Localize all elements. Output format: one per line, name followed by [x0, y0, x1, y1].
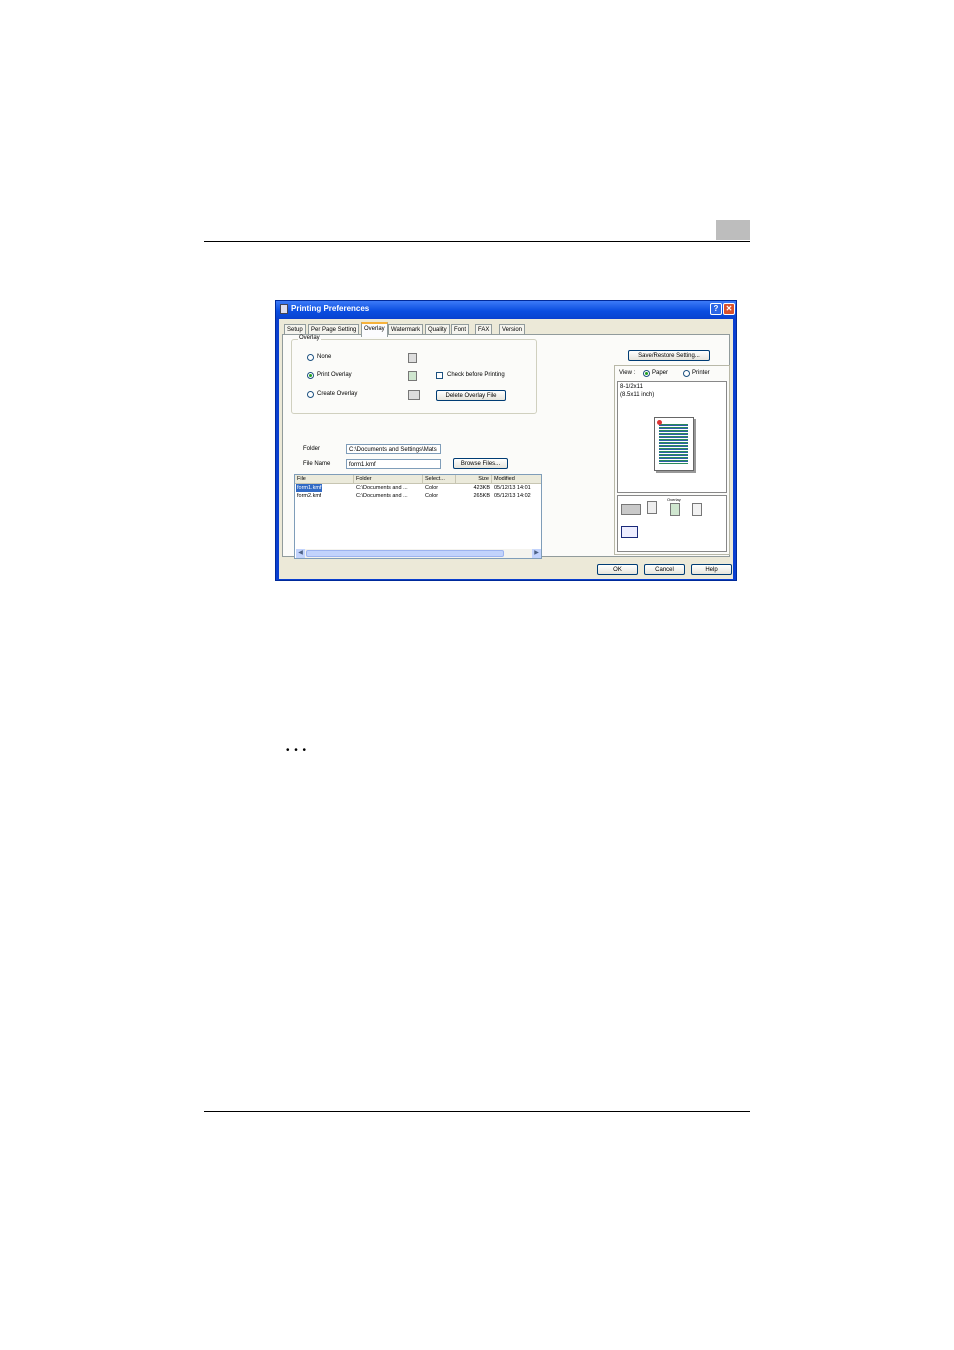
help-button[interactable]: Help: [691, 564, 732, 575]
header-rule: [204, 241, 750, 242]
dialog-title: Printing Preferences: [291, 304, 370, 313]
radio-none[interactable]: [307, 354, 314, 361]
radio-view-printer[interactable]: [683, 370, 690, 377]
copies-icon: [647, 501, 657, 514]
layout-icon: [621, 526, 638, 538]
watermark-icon: [692, 503, 702, 516]
browse-files-button[interactable]: Browse Files...: [453, 458, 508, 469]
row-select: Color: [425, 493, 439, 499]
horizontal-scrollbar[interactable]: ◀ ▶: [296, 549, 541, 558]
close-button[interactable]: ✕: [723, 303, 735, 315]
row-size: 265KB: [473, 493, 490, 499]
col-folder[interactable]: Folder: [354, 475, 423, 483]
radio-create-overlay[interactable]: [307, 391, 314, 398]
paper-size-inch-text: (8.5x11 inch): [620, 392, 655, 398]
view-printer-label: Printer: [692, 370, 710, 376]
title-bar[interactable]: Printing Preferences ? ✕: [276, 301, 736, 318]
row-folder: C:\Documents and ...: [356, 493, 408, 499]
radio-none-label: None: [317, 354, 332, 360]
row-file: form1.kmf: [296, 484, 323, 492]
row-modified: 05/12/13 14:01: [494, 485, 531, 491]
overlay-file-list[interactable]: File Folder Select... Size Modified form…: [294, 474, 542, 559]
overlay-group: Overlay None Print Overlay Create Overla…: [291, 335, 537, 414]
overlay-group-label: Overlay: [298, 335, 321, 341]
view-paper-label: Paper: [652, 370, 669, 376]
help-title-button[interactable]: ?: [710, 303, 722, 315]
file-name-field[interactable]: form1.kmf: [346, 459, 441, 469]
overlay-panel: Overlay None Print Overlay Create Overla…: [282, 334, 730, 559]
chapter-tab: [716, 220, 750, 240]
row-modified: 05/12/13 14:02: [494, 493, 531, 499]
create-overlay-icon: [408, 390, 420, 400]
radio-print-overlay-label: Print Overlay: [317, 372, 352, 378]
printer-icon: [280, 304, 288, 314]
row-size: 423KB: [473, 485, 490, 491]
check-before-printing-label: Check before Printing: [447, 372, 505, 378]
row-file: form2.kmf: [297, 493, 322, 499]
file-name-label: File Name: [303, 461, 331, 467]
scroll-thumb[interactable]: [306, 550, 504, 557]
delete-overlay-file-button[interactable]: Delete Overlay File: [436, 390, 506, 401]
finisher-icon: [621, 504, 641, 515]
radio-view-paper[interactable]: [643, 370, 650, 377]
list-header: File Folder Select... Size Modified: [295, 475, 541, 484]
tab-overlay[interactable]: Overlay: [361, 322, 388, 337]
col-modified[interactable]: Modified: [492, 475, 541, 483]
printer-preview: Overlay: [617, 495, 727, 552]
cancel-button[interactable]: Cancel: [644, 564, 685, 575]
radio-print-overlay[interactable]: [307, 372, 314, 379]
col-select[interactable]: Select...: [423, 475, 456, 483]
scroll-left-icon[interactable]: ◀: [296, 549, 305, 558]
row-folder: C:\Documents and ...: [356, 485, 408, 491]
dialog-client: Setup Per Page Setting Overlay Watermark…: [279, 319, 733, 579]
check-before-printing-checkbox[interactable]: [436, 372, 443, 379]
overlay-page-icon: [670, 503, 680, 516]
footer-rule: [204, 1111, 750, 1112]
paper-page-icon: [654, 417, 694, 471]
save-restore-setting-button[interactable]: Save/Restore Setting...: [628, 350, 710, 361]
paper-size-text: 8-1/2x11: [620, 384, 643, 390]
preview-area: View : Paper Printer 8-1/2x11 (8.5x11 in…: [614, 365, 730, 555]
col-size[interactable]: Size: [456, 475, 492, 483]
no-overlay-icon: [408, 353, 417, 363]
overlay-caption: Overlay: [667, 497, 681, 502]
table-row[interactable]: form1.kmf C:\Documents and ... Color 423…: [295, 484, 541, 492]
folder-field[interactable]: C:\Documents and Settings\Mats: [346, 444, 441, 454]
table-row[interactable]: form2.kmf C:\Documents and ... Color 265…: [295, 492, 541, 500]
row-select: Color: [425, 485, 439, 491]
printing-preferences-dialog: Printing Preferences ? ✕ Setup Per Page …: [275, 300, 737, 581]
scroll-right-icon[interactable]: ▶: [532, 549, 541, 558]
ok-button[interactable]: OK: [597, 564, 638, 575]
paper-preview: 8-1/2x11 (8.5x11 inch): [617, 381, 727, 493]
folder-label: Folder: [303, 446, 321, 452]
col-file[interactable]: File: [295, 475, 354, 483]
radio-create-overlay-label: Create Overlay: [317, 391, 358, 397]
ellipsis-marker: • • •: [286, 745, 308, 756]
view-label: View :: [619, 370, 636, 376]
print-overlay-icon: [408, 371, 417, 381]
